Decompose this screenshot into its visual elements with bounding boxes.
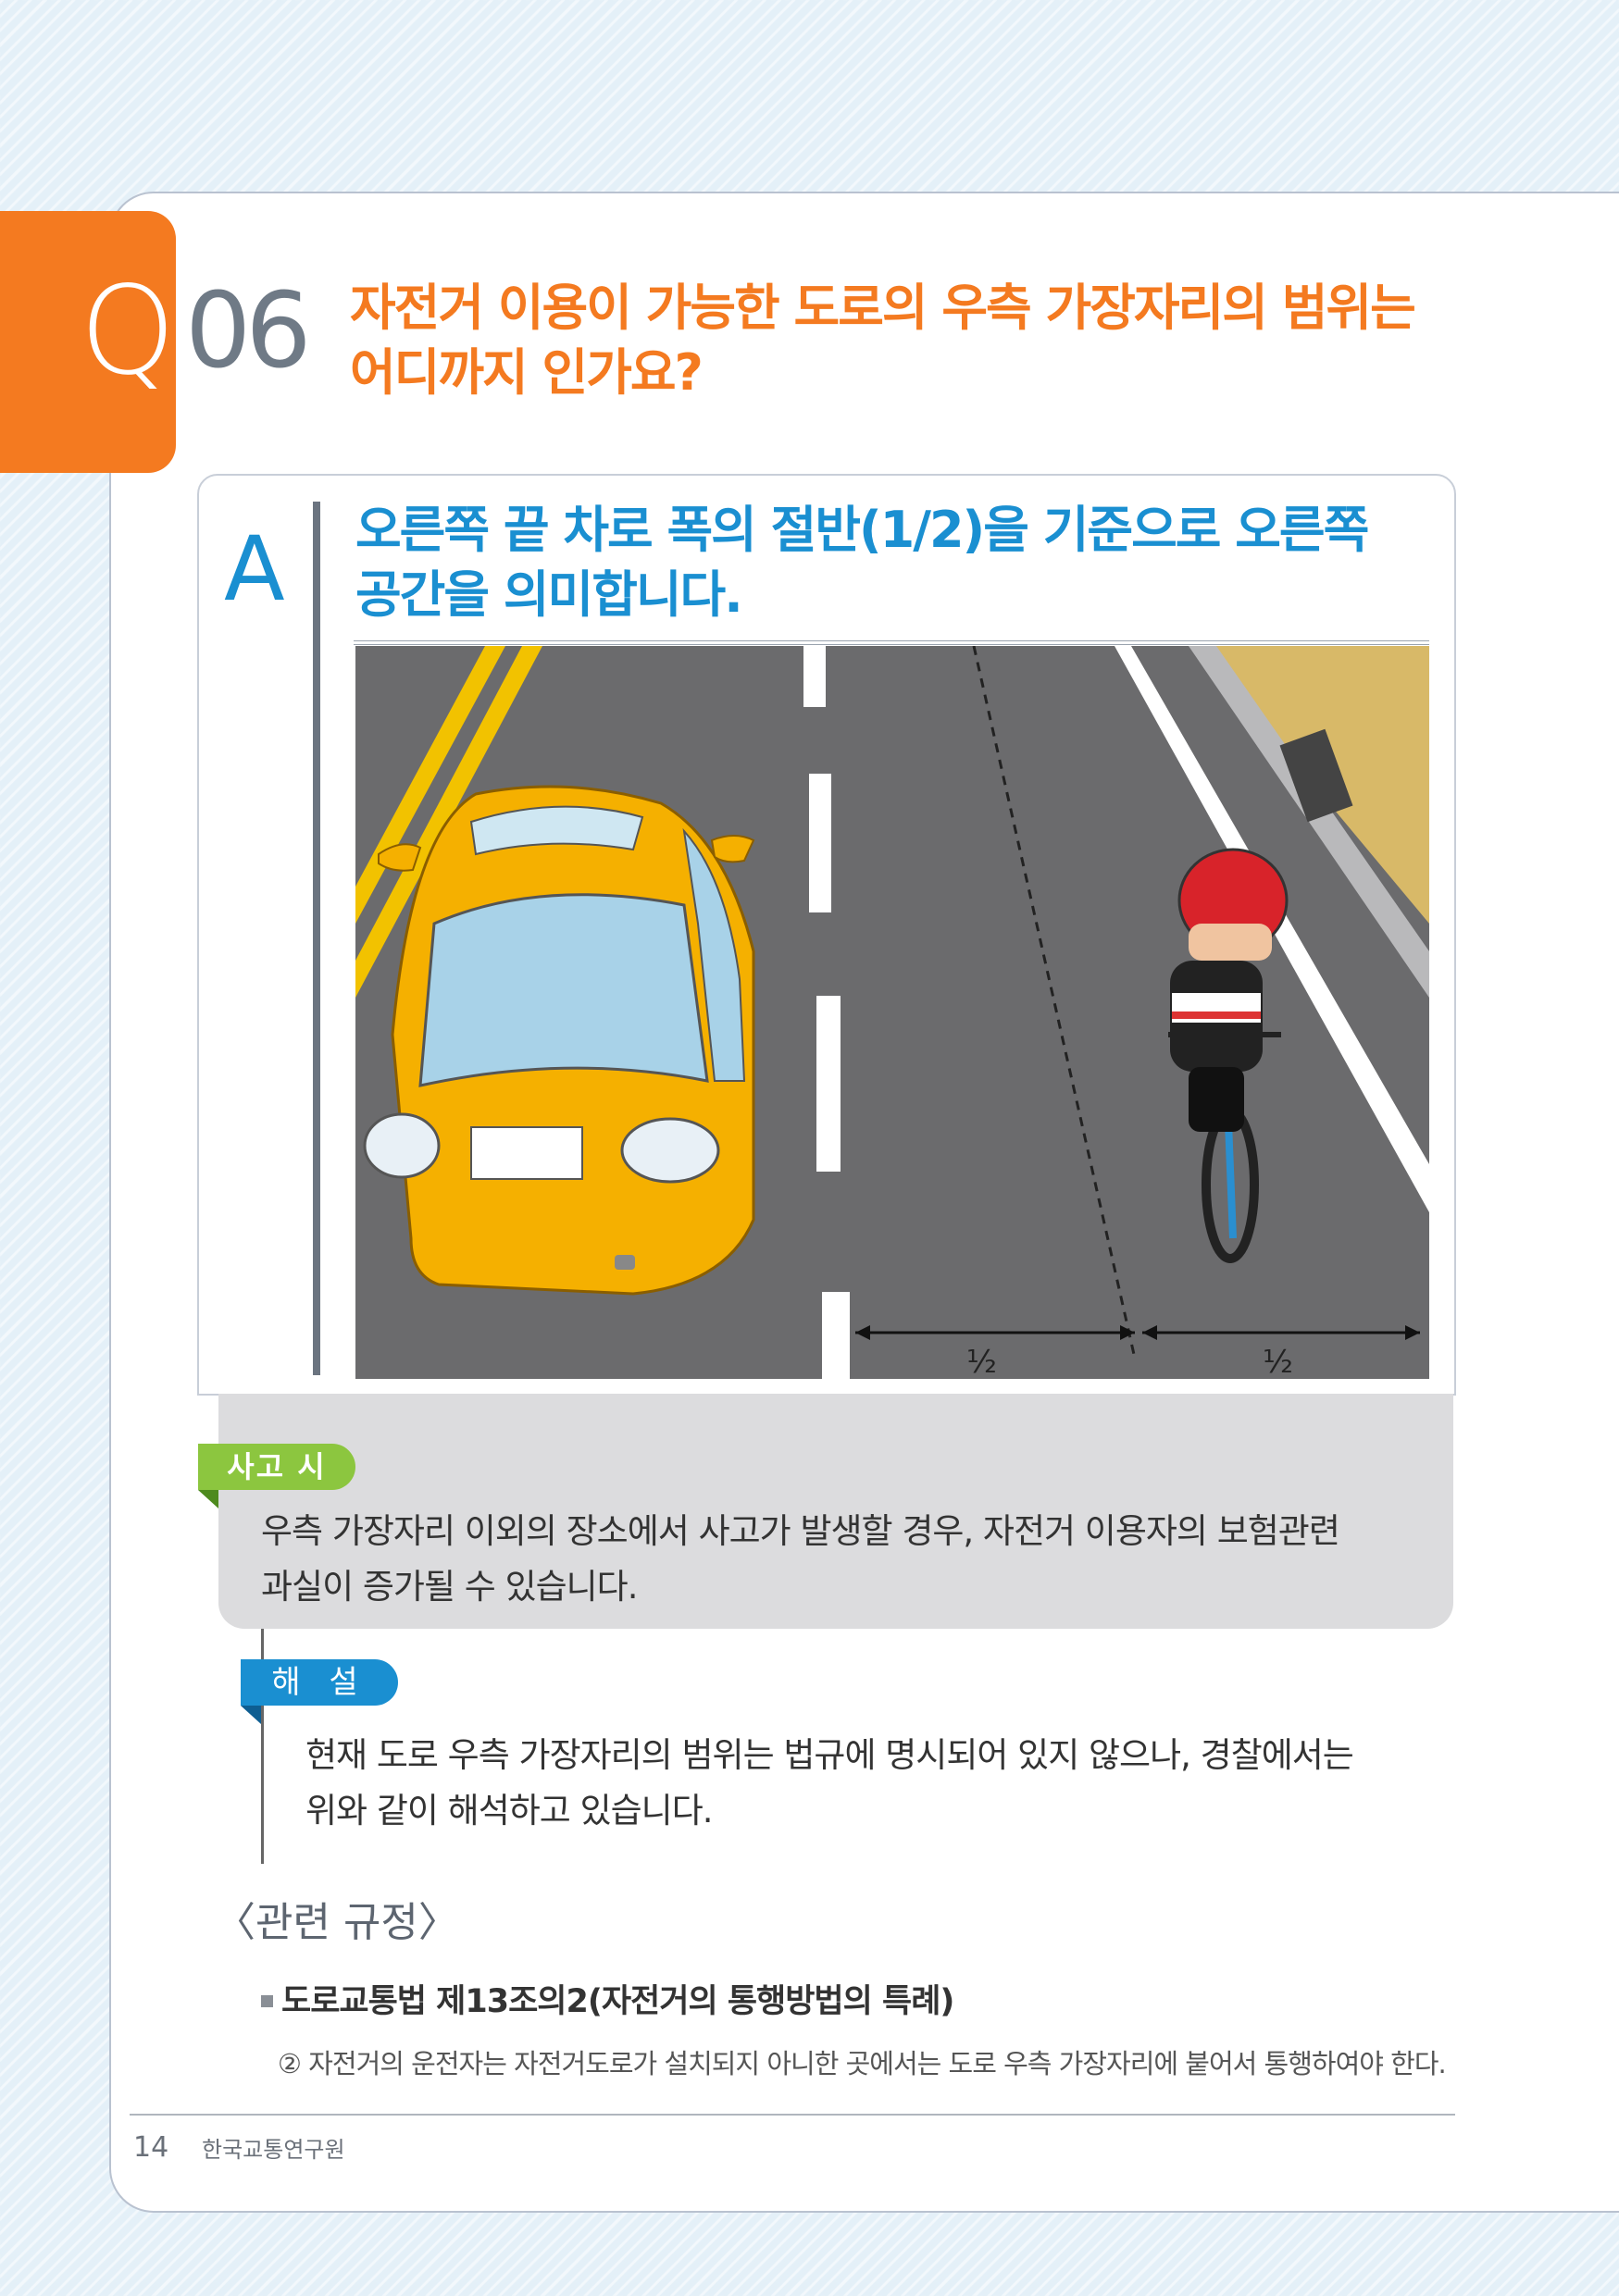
lane-dash-3 — [816, 996, 841, 1172]
footer-rule — [130, 2114, 1455, 2116]
explanation-line1: 현재 도로 우측 가장자리의 범위는 법규에 명시되어 있지 않으나, 경찰에서… — [305, 1735, 1354, 1775]
question-title-line2: 어디까지 인가요? — [350, 343, 704, 402]
explanation-badge: 해 설 — [241, 1659, 398, 1706]
lane-dash-4 — [822, 1292, 850, 1379]
law-bullet-icon — [261, 1995, 273, 2007]
question-title-line1: 자전거 이용이 가능한 도로의 우측 가장자리의 범위는 — [350, 279, 1416, 337]
question-letter: Q — [80, 260, 176, 403]
answer-divider — [313, 502, 320, 1375]
related-title: 〈관련 규정〉 — [215, 1899, 459, 1946]
question-number: 06 — [185, 271, 311, 391]
answer-rule — [354, 640, 1429, 645]
half-label-right: ½ — [1263, 1344, 1293, 1379]
answer-letter: A — [224, 517, 285, 621]
accident-badge-fold — [198, 1490, 218, 1508]
explanation-text: 현재 도로 우측 가장자리의 범위는 법규에 명시되어 있지 않으나, 경찰에서… — [305, 1728, 1472, 1839]
accident-text: 우측 가장자리 이외의 장소에서 사고가 발생할 경우, 자전거 이용자의 보험… — [261, 1504, 1427, 1615]
explanation-line2: 위와 같이 해석하고 있습니다. — [305, 1791, 714, 1831]
lane-dash-1 — [803, 646, 826, 707]
organization-name: 한국교통연구원 — [202, 2137, 345, 2163]
half-label-left: ½ — [966, 1344, 997, 1379]
lane-dash-2 — [809, 774, 831, 912]
law-text: ② 자전거의 운전자는 자전거도로가 설치되지 아니한 곳에서는 도로 우측 가… — [278, 2048, 1447, 2079]
accident-line1: 우측 가장자리 이외의 장소에서 사고가 발생할 경우, 자전거 이용자의 보험… — [261, 1511, 1340, 1551]
question-title: 자전거 이용이 가능한 도로의 우측 가장자리의 범위는 어디까지 인가요? — [350, 276, 1553, 405]
road-illustration: ½ ½ — [355, 646, 1429, 1379]
accident-line2: 과실이 증가될 수 있습니다. — [261, 1567, 638, 1607]
answer-text-line1: 오른쪽 끝 차로 폭의 절반(1/2)을 기준으로 오른쪽 — [355, 501, 1369, 559]
page-number: 14 — [133, 2131, 169, 2164]
explanation-badge-fold — [241, 1706, 261, 1724]
accident-badge: 사고 시 — [198, 1444, 355, 1490]
answer-text-line2: 공간을 의미합니다. — [355, 565, 743, 624]
law-title: 도로교통법 제13조의2(자전거의 통행방법의 특례) — [281, 1983, 954, 2020]
answer-text: 오른쪽 끝 차로 폭의 절반(1/2)을 기준으로 오른쪽 공간을 의미합니다. — [355, 498, 1420, 627]
